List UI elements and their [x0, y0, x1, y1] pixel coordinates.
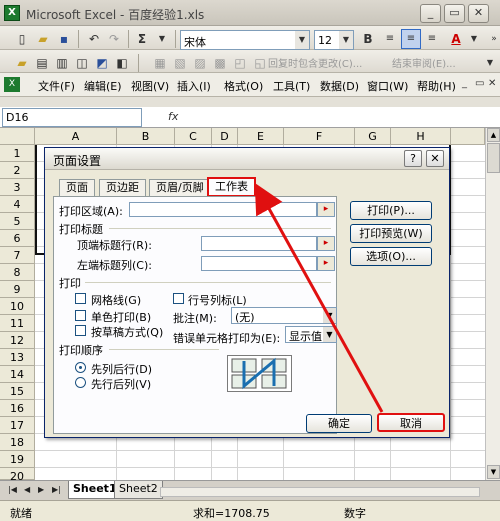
annotation-arrow-icon [254, 182, 384, 413]
